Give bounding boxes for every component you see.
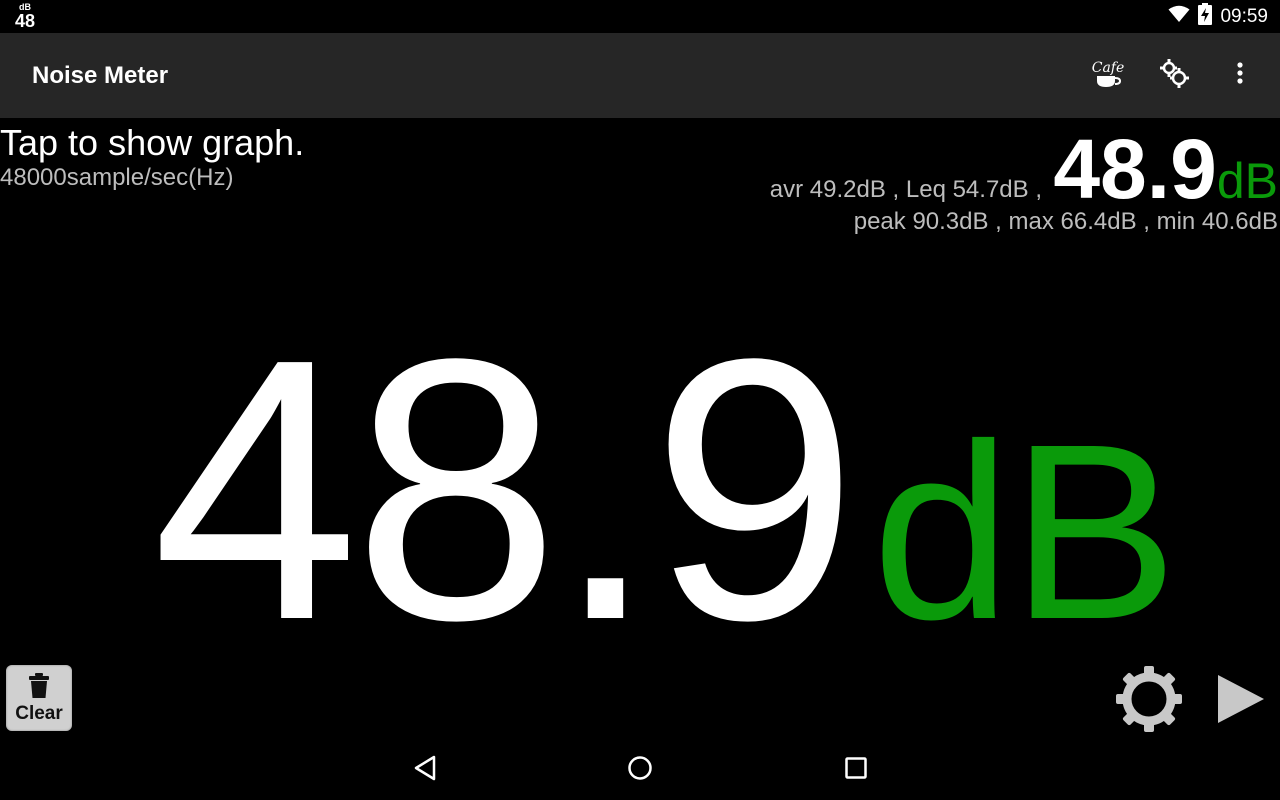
stats-average-leq: avr 49.2dB , Leq 54.7dB , [769, 176, 1042, 203]
gear-icon [1113, 666, 1185, 739]
cafe-icon: Cafe [1091, 60, 1125, 89]
big-reading-unit: dB [872, 392, 1178, 671]
big-reading-value: 48.9 [152, 281, 858, 697]
status-right: 09:59 [1168, 0, 1268, 33]
status-bar: dB 48 09:59 [0, 0, 1280, 33]
back-icon [413, 755, 437, 786]
big-reading: 48.9 dB [152, 281, 1178, 697]
app-title: Noise Meter [32, 62, 169, 89]
system-nav-bar [0, 740, 1280, 800]
show-graph-hint[interactable]: Tap to show graph. [0, 122, 304, 164]
battery-charging-icon [1198, 3, 1213, 30]
overflow-menu-button[interactable] [1220, 56, 1260, 96]
stats-peak-max-min: peak 90.3dB , max 66.4dB , min 40.6dB [853, 208, 1278, 235]
nav-back-button[interactable] [405, 750, 445, 790]
play-icon [1212, 675, 1272, 739]
nav-home-button[interactable] [620, 750, 660, 790]
nav-recents-button[interactable] [836, 750, 876, 790]
overflow-menu-icon [1236, 61, 1244, 90]
settings-icon [1158, 57, 1190, 94]
clear-label: Clear [15, 702, 63, 724]
trash-icon [28, 672, 50, 704]
toolbar-actions: Cafe [1088, 33, 1260, 118]
play-button[interactable] [1212, 663, 1272, 735]
clear-button[interactable]: Clear [6, 665, 72, 731]
sample-rate-label: 48000sample/sec(Hz) [0, 164, 234, 191]
app-notification-icon: dB 48 [12, 3, 38, 31]
cafe-icon-label: Cafe [1091, 60, 1125, 76]
wifi-icon [1168, 5, 1190, 28]
meter-settings-button[interactable] [1113, 663, 1185, 735]
cafe-button[interactable]: Cafe [1088, 56, 1128, 96]
meter-display[interactable]: Tap to show graph. 48000sample/sec(Hz) 4… [0, 118, 1280, 740]
recents-icon [844, 756, 868, 785]
status-time: 09:59 [1220, 5, 1268, 27]
home-icon [627, 755, 653, 786]
app-toolbar: Noise Meter Cafe [0, 33, 1280, 118]
settings-toolbar-button[interactable] [1154, 56, 1194, 96]
small-reading-value: 48.9 [1053, 122, 1217, 216]
app-icon-value: 48 [14, 11, 36, 31]
